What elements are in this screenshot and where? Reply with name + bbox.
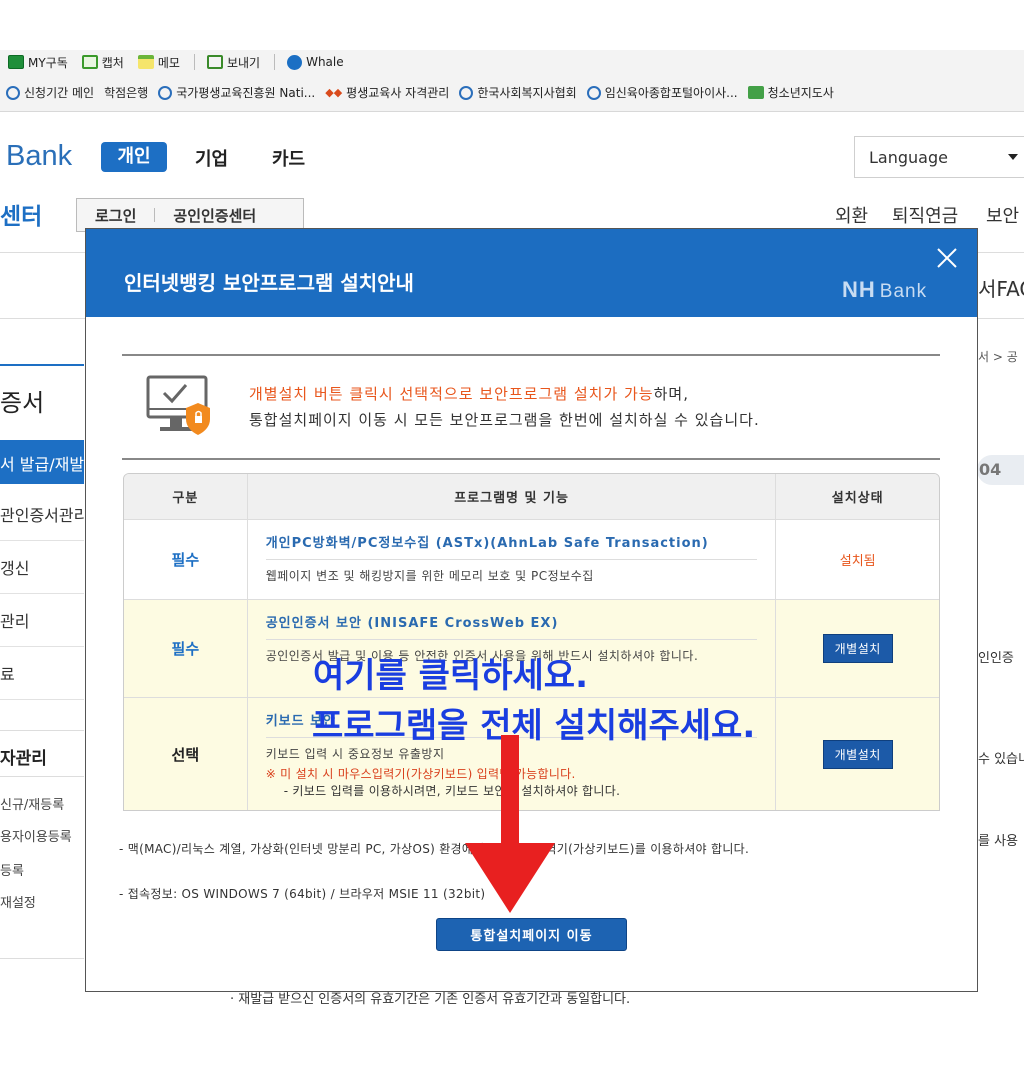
ie-icon (158, 85, 173, 100)
toolbar-share[interactable]: 보내기 (206, 54, 260, 71)
site-logo[interactable]: Bank (6, 140, 72, 173)
divider (122, 458, 940, 460)
column-header: 프로그램명 및 기능 (248, 474, 777, 519)
sidebar-item-active[interactable]: 서 발급/재발 (0, 440, 84, 484)
notice-line-1: 개별설치 버튼 클릭시 선택적으로 보안프로그램 설치가 가능하며, (249, 385, 689, 403)
capture-icon (81, 55, 98, 69)
program-name: 개인PC방화벽/PC정보수집 (ASTx)(AhnLab Safe Transa… (265, 532, 758, 560)
sidebar-group[interactable]: 자관리 (0, 744, 84, 769)
sidebar-sub-item[interactable]: 용자이용등록 (0, 826, 84, 845)
category-label: 선택 (124, 698, 248, 810)
bg-text: 수 있습니 (978, 752, 1024, 767)
program-desc: 웹페이지 변조 및 해킹방지를 위한 메모리 보호 및 PC정보수집 (265, 569, 594, 583)
ie-icon (6, 85, 20, 100)
footnote-env: - 접속정보: OS WINDOWS 7 (64bit) / 브라우저 MSIE… (119, 887, 486, 901)
faq-link[interactable]: 서FAQ (978, 273, 1024, 302)
share-icon (206, 55, 223, 69)
individual-install-button[interactable]: 개별설치 (822, 634, 893, 663)
util-pension[interactable]: 퇴직연금 (892, 202, 958, 228)
fav-item[interactable]: 임신육아종합포털아이사... (586, 84, 738, 101)
toolbar-separator (193, 54, 195, 70)
notice-line-2: 통합설치페이지 이동 시 모든 보안프로그램을 한번에 설치하실 수 있습니다. (249, 411, 760, 429)
favorites-bar: 신청기간 메인 학점은행 국가평생교육진흥원 Nati... ◆◆ 평생교육사 … (0, 74, 1024, 112)
nh-bank-logo: NH Bank (842, 277, 928, 302)
whale-icon (287, 54, 303, 70)
login-link[interactable]: 로그인 (77, 205, 154, 226)
install-cell: 개별설치 (776, 600, 939, 697)
fav-item[interactable]: 국가평생교육진흥원 Nati... (158, 84, 315, 101)
fav-item[interactable]: ◆◆ 평생교육사 자격관리 (325, 84, 449, 101)
divider (0, 730, 84, 731)
column-header: 설치상태 (831, 491, 884, 506)
step-badge: 04 (977, 455, 1024, 485)
category-label: 필수 (124, 520, 248, 599)
section-title: 센터 (0, 204, 43, 230)
modal-header: 인터넷뱅킹 보안프로그램 설치안내 NH Bank (86, 229, 977, 317)
ie-icon (459, 85, 474, 100)
gnb-card[interactable]: 카드 (272, 145, 305, 171)
close-icon[interactable] (934, 245, 960, 271)
sidebar-accent (0, 364, 84, 366)
sidebar-sub-item[interactable]: 신규/재등록 (0, 794, 84, 813)
install-all-button[interactable]: 통합설치페이지 이동 (436, 918, 627, 951)
fav-item[interactable]: 청소년지도사 (747, 84, 834, 101)
gnb-personal[interactable]: 개인 (101, 142, 167, 172)
browser-toolbar: MY구독 캡처 메모 보내기 Whale (0, 50, 1024, 74)
fav-item[interactable]: 신청기간 메인 (0, 84, 94, 101)
fav-item[interactable]: 한국사회복지사협회 (459, 84, 577, 101)
category-label: 필수 (124, 600, 248, 697)
cert-center-link[interactable]: 공인인증센터 (155, 205, 274, 226)
column-header: 구분 (124, 474, 248, 519)
language-select[interactable]: Language (854, 136, 1024, 178)
fav-item[interactable]: 학점은행 (104, 84, 148, 101)
breadcrumb: 서 > 공 (978, 350, 1018, 364)
annotation-click-here: 여기를 클릭하세요. (313, 656, 588, 696)
top-blank (0, 0, 1024, 50)
table-header: 구분 프로그램명 및 기능 설치상태 (124, 474, 939, 520)
diamond-icon: ◆◆ (325, 86, 343, 99)
red-arrow-icon (465, 735, 555, 913)
individual-install-button[interactable]: 개별설치 (822, 739, 893, 769)
sidebar-item[interactable]: 관리 (0, 594, 84, 647)
toolbar-separator (274, 54, 276, 70)
chevron-down-icon (1008, 154, 1018, 160)
toolbar-whale[interactable]: Whale (287, 54, 344, 70)
util-fx[interactable]: 외환 (835, 202, 868, 228)
news-icon (8, 55, 24, 69)
modal-title: 인터넷뱅킹 보안프로그램 설치안내 (124, 271, 414, 295)
blog-icon (747, 86, 764, 99)
memo-icon (137, 55, 154, 69)
divider (0, 776, 84, 777)
bg-text: 를 사용 (978, 834, 1019, 849)
sidebar-title: 증서 (0, 389, 45, 417)
sidebar-sub-item[interactable]: 등록 (0, 860, 84, 879)
install-status: 설치됨 (839, 554, 876, 569)
gnb-business[interactable]: 기업 (195, 145, 228, 171)
divider (122, 354, 940, 356)
divider (0, 958, 84, 959)
table-row: 필수 개인PC방화벽/PC정보수집 (ASTx)(AhnLab Safe Tra… (124, 520, 939, 600)
bg-text: 인인증 (978, 651, 1014, 666)
secure-monitor-icon (146, 375, 210, 435)
util-security[interactable]: 보안 (986, 202, 1019, 228)
sidebar-item[interactable]: 료 (0, 647, 84, 700)
install-cell: 개별설치 (776, 698, 939, 810)
ie-icon (586, 85, 601, 100)
toolbar-capture[interactable]: 캡처 (81, 54, 124, 71)
login-box: 로그인 공인인증센터 (76, 198, 304, 232)
sidebar-item[interactable]: 갱신 (0, 541, 84, 594)
toolbar-memo[interactable]: 메모 (137, 54, 180, 71)
sidebar-item[interactable]: 관인증서관리 (0, 488, 84, 541)
sidebar-sub-item[interactable]: 재설정 (0, 892, 84, 911)
program-info: 개인PC방화벽/PC정보수집 (ASTx)(AhnLab Safe Transa… (248, 520, 777, 599)
program-name: 공인인증서 보안 (INISAFE CrossWeb EX) (265, 612, 758, 640)
toolbar-mysub[interactable]: MY구독 (8, 54, 68, 71)
